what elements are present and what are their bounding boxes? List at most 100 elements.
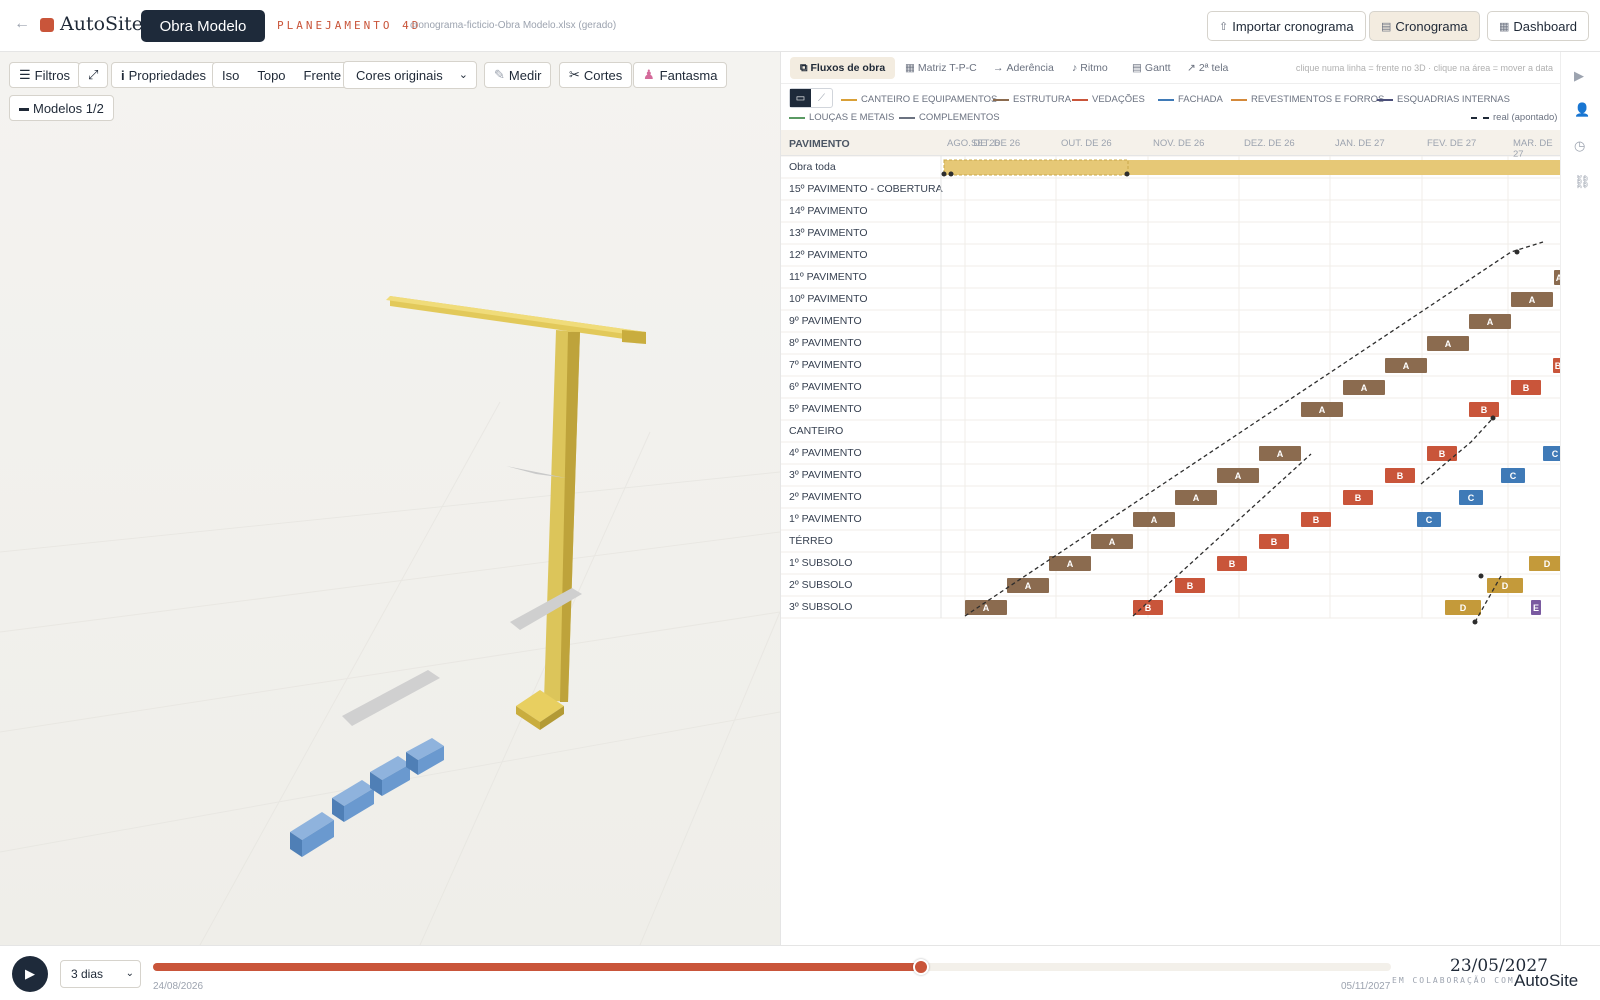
arrow-left-icon[interactable]: ← [14, 15, 30, 33]
real-point [1124, 171, 1130, 177]
real-point [1472, 619, 1478, 625]
task-letter: A [1067, 559, 1074, 569]
gantt-icon: ▤ [1132, 62, 1142, 74]
import-schedule-button[interactable]: ⇧ Importar cronograma [1207, 11, 1366, 41]
dashed-line-icon [1471, 116, 1489, 119]
external-icon: ↗ [1187, 62, 1196, 74]
task-letter: B [1271, 537, 1278, 547]
legend-item[interactable]: CANTEIRO E EQUIPAMENTOS [841, 94, 997, 105]
schedule-panel: ⧉ Fluxos de obra ▦ Matriz T-P-C → Aderên… [780, 52, 1561, 945]
legend-item[interactable]: REVESTIMENTOS E FORROS [1231, 94, 1384, 105]
tab-rhythm[interactable]: ♪ Ritmo [1062, 57, 1118, 79]
task-letter: A [983, 603, 990, 613]
file-label: cronograma-ficticio-Obra Modelo.xlsx (ge… [410, 20, 617, 31]
month-label: FEV. DE 27 [1427, 138, 1477, 149]
timeline-progress [153, 963, 921, 971]
legend-swatch [1377, 98, 1393, 101]
task-letter: A [1025, 581, 1032, 591]
panel-tabs: ⧉ Fluxos de obra ▦ Matriz T-P-C → Aderên… [781, 52, 1561, 84]
clock-icon[interactable]: ◷ [1574, 138, 1585, 154]
flows-icon: ⧉ [800, 61, 808, 74]
task-letter: B [1439, 449, 1446, 459]
3d-viewer[interactable]: ☰ Filtros ⤢ i Propriedades Iso Topo Fren… [0, 52, 780, 945]
tab-second-screen[interactable]: ↗ 2ª tela [1177, 57, 1238, 79]
end-date: 05/11/2027 [1341, 981, 1391, 992]
upload-icon: ⇧ [1219, 20, 1229, 33]
schedule-button[interactable]: ▤ Cronograma [1369, 11, 1480, 41]
dashboard-icon: ▦ [1499, 20, 1510, 33]
task-letter: B [1187, 581, 1194, 591]
task-letter: B [1481, 405, 1488, 415]
panel-hint: clique numa linha = frente no 3D · cliqu… [1295, 63, 1553, 73]
legend-item[interactable]: VEDAÇÕES [1072, 94, 1145, 105]
speed-select[interactable]: 3 dias ⌄ [60, 960, 141, 988]
task-letter: B [1229, 559, 1236, 569]
legend-item[interactable]: FACHADA [1158, 94, 1223, 105]
tab-label: Matriz T-P-C [917, 62, 977, 74]
legend-swatch [993, 98, 1009, 101]
task-letter: A [1445, 339, 1452, 349]
task-letter: B [1355, 493, 1362, 503]
collab-label: EM COLABORAÇÃO COM [1392, 976, 1515, 985]
tab-adherence[interactable]: → Aderência [983, 57, 1064, 79]
task-letter: D [1502, 581, 1509, 591]
legend-item[interactable]: COMPLEMENTOS [899, 112, 1000, 123]
month-label: OUT. DE 26 [1061, 138, 1112, 149]
legend-swatch [841, 98, 857, 101]
view-mode-toggle[interactable]: ▭ ⟋ [789, 88, 833, 108]
grid-icon: ▦ [905, 62, 915, 74]
task-letter: A [1109, 537, 1116, 547]
legend-label: COMPLEMENTOS [919, 112, 1000, 123]
task-letter: A [1487, 317, 1494, 327]
legend-label: REVESTIMENTOS E FORROS [1251, 94, 1385, 105]
legend-swatch [899, 116, 915, 119]
tab-work-flows[interactable]: ⧉ Fluxos de obra [790, 57, 896, 79]
play-button[interactable]: ▶ [12, 956, 48, 992]
rectangle-icon[interactable]: ▭ [790, 89, 811, 107]
3d-scene[interactable] [0, 52, 780, 945]
real-point [1478, 573, 1484, 579]
legend-label: ESQUADRIAS INTERNAS [1397, 94, 1510, 105]
user-icon[interactable]: 👤 [1574, 102, 1590, 118]
legend-swatch [1231, 98, 1247, 101]
collab-brand: AutoSite [1514, 971, 1579, 990]
legend-label: VEDAÇÕES [1092, 94, 1145, 105]
timeline-handle[interactable] [912, 959, 929, 975]
top-bar: ← AutoSite Obra Modelo PLANEJAMENTO 4D c… [0, 0, 1600, 52]
play-side-icon[interactable]: ▶ [1574, 68, 1584, 84]
legend-label: CANTEIRO E EQUIPAMENTOS [861, 94, 998, 105]
timeline-slider[interactable] [153, 959, 1391, 975]
real-point [1490, 415, 1496, 421]
task-letter: A [1403, 361, 1410, 371]
legend-real: real (apontado) [1471, 112, 1557, 123]
dashboard-button[interactable]: ▦ Dashboard [1487, 11, 1590, 41]
month-label: JAN. DE 27 [1335, 138, 1385, 149]
legend-swatch [1072, 98, 1088, 101]
logo-mark [40, 18, 54, 32]
task-letter: B [1523, 383, 1530, 393]
legend-label: FACHADA [1178, 94, 1223, 105]
line-icon[interactable]: ⟋ [811, 89, 832, 107]
play-icon: ▶ [25, 966, 35, 981]
link-icon[interactable]: ⛓ [1574, 174, 1591, 190]
speed-value: 3 dias [71, 967, 104, 981]
task-letter: B [1397, 471, 1404, 481]
column-header: PAVIMENTO [789, 138, 850, 150]
flow-chart[interactable]: AAAAAAAAAAAAAAABBBBBBBBBBBCCCCDDDE [781, 156, 1561, 676]
tab-matrix[interactable]: ▦ Matriz T-P-C [895, 57, 987, 79]
legend-item[interactable]: LOUÇAS E METAIS [789, 112, 894, 123]
project-button[interactable]: Obra Modelo [141, 10, 265, 42]
app-name: AutoSite [60, 13, 144, 35]
task-letter: A [1529, 295, 1536, 305]
legend-label: ESTRUTURA [1013, 94, 1072, 105]
legend-item[interactable]: ESQUADRIAS INTERNAS [1377, 94, 1510, 105]
real-point [1514, 249, 1520, 255]
tab-label: Fluxos de obra [810, 62, 886, 74]
tab-gantt[interactable]: ▤ Gantt [1122, 57, 1181, 79]
tower-crane [386, 296, 646, 730]
start-date: 24/08/2026 [153, 981, 204, 992]
task-letter: D [1460, 603, 1467, 613]
chevron-down-icon: ⌄ [125, 968, 134, 979]
arrow-icon: → [993, 62, 1004, 74]
legend-item[interactable]: ESTRUTURA [993, 94, 1071, 105]
